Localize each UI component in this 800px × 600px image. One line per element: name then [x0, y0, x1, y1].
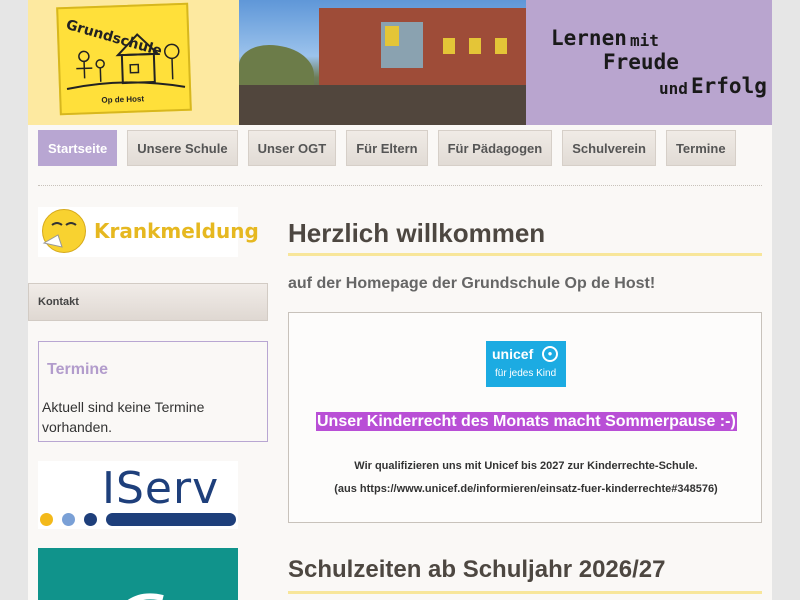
iserv-dot-icon: [84, 513, 97, 526]
iserv-dot-icon: [40, 513, 53, 526]
termine-text: Aktuell sind keine Termine vorhanden.: [42, 399, 205, 435]
nav-item-termine[interactable]: Termine: [665, 130, 736, 166]
motto-word: Freude: [603, 50, 679, 74]
motto-word: Lernen: [551, 26, 627, 50]
logo-school-location: Op de Host: [101, 94, 145, 105]
motto-word: mit: [630, 31, 659, 50]
kontakt-button[interactable]: Kontakt: [28, 283, 268, 321]
unicef-logo[interactable]: unicef ● für jedes Kind: [486, 341, 566, 387]
photo-building-window: [469, 38, 481, 54]
termine-widget: Termine Aktuell sind keine Termine vorha…: [38, 341, 268, 442]
source-text: (aus https://www.unicef.de/informieren/e…: [334, 483, 718, 495]
iserv-logo-link[interactable]: IServ: [38, 461, 238, 529]
photo-building: [319, 8, 526, 88]
nav-item-fuer-paedagogen[interactable]: Für Pädagogen: [437, 130, 553, 166]
intro-text: auf der Homepage der Grundschule Op de H…: [288, 275, 656, 292]
iserv-dot-icon: [62, 513, 75, 526]
photo-building-window: [495, 38, 507, 54]
photo-building-window: [443, 38, 455, 54]
motto-panel: Lernen mit Freude und Erfolg: [526, 0, 772, 125]
page-title: Herzlich willkommen: [288, 218, 762, 256]
nav-item-fuer-eltern[interactable]: Für Eltern: [346, 130, 428, 166]
partner-logo-icon: [127, 593, 164, 600]
partner-banner[interactable]: [38, 548, 238, 600]
school-logo[interactable]: Grundschule Op de Host: [56, 2, 192, 116]
page: Grundschule Op de Host Lernen mit Freude…: [28, 0, 772, 600]
termine-title[interactable]: Termine: [47, 361, 108, 379]
photo-building-window: [385, 26, 399, 46]
unicef-globe-icon: ●: [542, 346, 558, 362]
iserv-logo-text: IServ: [102, 463, 220, 514]
nav-item-schulverein[interactable]: Schulverein: [562, 130, 656, 166]
krankmeldung-banner[interactable]: Krankmeldung: [38, 207, 259, 257]
nav-divider: [38, 185, 762, 186]
krankmeldung-label: Krankmeldung: [94, 219, 259, 243]
school-building-photo: [239, 0, 526, 125]
motto-word: Erfolg: [691, 74, 767, 98]
iserv-bar-icon: [106, 513, 236, 526]
kinderrecht-highlight: Unser Kinderrecht des Monats macht Somme…: [316, 412, 737, 431]
main-nav: Startseite Unsere Schule Unser OGT Für E…: [38, 130, 736, 166]
motto-word: und: [659, 79, 688, 98]
unicef-logo-word: unicef: [492, 346, 534, 362]
sick-smiley-icon: [42, 209, 86, 253]
photo-ground: [239, 85, 526, 125]
nav-item-startseite[interactable]: Startseite: [38, 130, 118, 166]
nav-item-unser-ogt[interactable]: Unser OGT: [247, 130, 337, 166]
section-title-schulzeiten: Schulzeiten ab Schuljahr 2026/27: [288, 556, 762, 594]
nav-item-unsere-schule[interactable]: Unsere Schule: [127, 130, 238, 166]
unicef-logo-subline: für jedes Kind: [495, 368, 557, 379]
unicef-box: unicef ● für jedes Kind Unser Kinderrech…: [288, 312, 762, 523]
qualify-text: Wir qualifizieren uns mit Unicef bis 202…: [354, 460, 698, 472]
site-header: Grundschule Op de Host Lernen mit Freude…: [28, 0, 772, 125]
school-logo-panel[interactable]: Grundschule Op de Host: [28, 0, 239, 125]
